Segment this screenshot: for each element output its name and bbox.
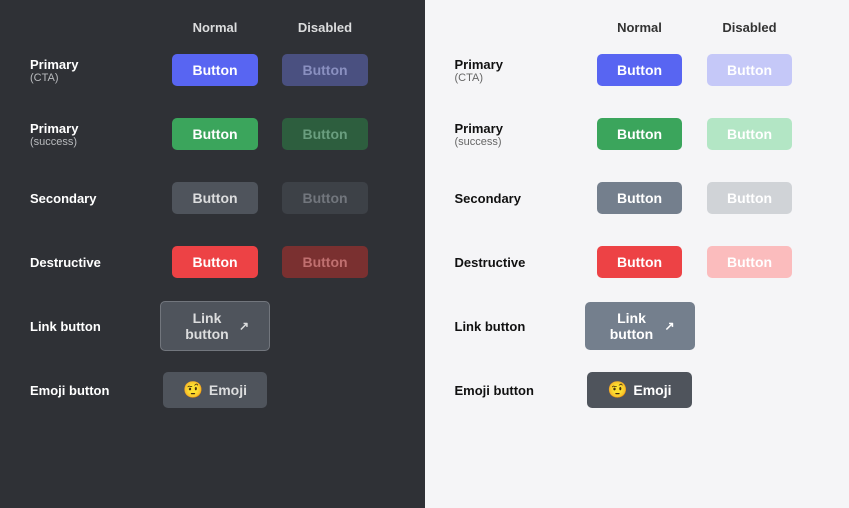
light-link-cell: Link button ↗: [585, 302, 695, 350]
dark-primary-success-label: Primary (success): [30, 121, 160, 148]
light-emoji-button[interactable]: 🤨 Emoji: [587, 372, 691, 408]
light-primary-cta-normal-cell: Button: [585, 54, 695, 86]
dark-destructive-normal-cell: Button: [160, 246, 270, 278]
dark-primary-cta-normal-cell: Button: [160, 54, 270, 86]
light-secondary-disabled-cell: Button: [695, 182, 805, 214]
light-secondary-normal-cell: Button: [585, 182, 695, 214]
dark-secondary-row: Secondary Button Button: [30, 173, 395, 223]
light-primary-success-row: Primary (success) Button Button: [455, 109, 820, 159]
light-secondary-label: Secondary: [455, 191, 585, 206]
light-secondary-disabled-button: Button: [707, 182, 792, 214]
dark-primary-cta-disabled-cell: Button: [270, 54, 380, 86]
dark-link-button[interactable]: Link button ↗: [160, 301, 270, 351]
dark-primary-success-normal-button[interactable]: Button: [172, 118, 257, 150]
light-secondary-row: Secondary Button Button: [455, 173, 820, 223]
light-primary-cta-row: Primary (CTA) Button Button: [455, 45, 820, 95]
dark-secondary-label: Secondary: [30, 191, 160, 206]
dark-panel: Normal Disabled Primary (CTA) Button But…: [0, 0, 425, 508]
dark-primary-success-disabled-cell: Button: [270, 118, 380, 150]
dark-destructive-normal-button[interactable]: Button: [172, 246, 257, 278]
light-disabled-header: Disabled: [695, 20, 805, 35]
light-link-text: Link button: [605, 310, 659, 342]
dark-emoji-button[interactable]: 🤨 Emoji: [163, 372, 267, 408]
light-normal-header: Normal: [585, 20, 695, 35]
light-destructive-row: Destructive Button Button: [455, 237, 820, 287]
dark-header-row: Normal Disabled: [30, 20, 395, 35]
light-emoji-icon: 🤨: [607, 380, 627, 400]
light-destructive-normal-cell: Button: [585, 246, 695, 278]
light-panel: Normal Disabled Primary (CTA) Button But…: [425, 0, 849, 508]
dark-link-label: Link button: [30, 319, 160, 334]
dark-primary-cta-row: Primary (CTA) Button Button: [30, 45, 395, 95]
dark-primary-cta-normal-button[interactable]: Button: [172, 54, 257, 86]
dark-primary-success-disabled-button: Button: [282, 118, 367, 150]
light-emoji-cell: 🤨 Emoji: [585, 372, 695, 408]
dark-primary-success-normal-cell: Button: [160, 118, 270, 150]
light-primary-success-normal-button[interactable]: Button: [597, 118, 682, 150]
dark-primary-cta-label: Primary (CTA): [30, 57, 160, 84]
light-primary-cta-normal-button[interactable]: Button: [597, 54, 682, 86]
dark-emoji-label: Emoji button: [30, 383, 160, 398]
dark-secondary-normal-button[interactable]: Button: [172, 182, 257, 214]
dark-primary-cta-disabled-button: Button: [282, 54, 367, 86]
light-destructive-disabled-cell: Button: [695, 246, 805, 278]
light-emoji-text: Emoji: [633, 382, 671, 398]
dark-emoji-text: Emoji: [209, 382, 247, 398]
light-primary-success-disabled-button: Button: [707, 118, 792, 150]
light-emoji-row: Emoji button 🤨 Emoji: [455, 365, 820, 415]
dark-destructive-disabled-button: Button: [282, 246, 367, 278]
dark-destructive-row: Destructive Button Button: [30, 237, 395, 287]
dark-link-cell: Link button ↗: [160, 301, 270, 351]
dark-emoji-row: Emoji button 🤨 Emoji: [30, 365, 395, 415]
light-destructive-label: Destructive: [455, 255, 585, 270]
light-link-label: Link button: [455, 319, 585, 334]
dark-secondary-normal-cell: Button: [160, 182, 270, 214]
light-emoji-label: Emoji button: [455, 383, 585, 398]
emoji-icon: 🤨: [183, 380, 203, 400]
light-primary-cta-disabled-cell: Button: [695, 54, 805, 86]
dark-disabled-header: Disabled: [270, 20, 380, 35]
dark-normal-header: Normal: [160, 20, 270, 35]
light-primary-cta-label: Primary (CTA): [455, 57, 585, 84]
light-external-link-icon: ↗: [664, 319, 674, 333]
light-destructive-disabled-button: Button: [707, 246, 792, 278]
external-link-icon: ↗: [239, 319, 249, 333]
light-primary-cta-disabled-button: Button: [707, 54, 792, 86]
light-link-button[interactable]: Link button ↗: [585, 302, 695, 350]
light-link-row: Link button Link button ↗: [455, 301, 820, 351]
dark-primary-success-row: Primary (success) Button Button: [30, 109, 395, 159]
dark-link-text: Link button: [181, 310, 233, 342]
dark-secondary-disabled-cell: Button: [270, 182, 380, 214]
light-primary-success-disabled-cell: Button: [695, 118, 805, 150]
dark-emoji-cell: 🤨 Emoji: [160, 372, 270, 408]
light-primary-success-normal-cell: Button: [585, 118, 695, 150]
dark-link-row: Link button Link button ↗: [30, 301, 395, 351]
light-header-row: Normal Disabled: [455, 20, 820, 35]
dark-destructive-label: Destructive: [30, 255, 160, 270]
light-destructive-normal-button[interactable]: Button: [597, 246, 682, 278]
dark-secondary-disabled-button: Button: [282, 182, 367, 214]
light-secondary-normal-button[interactable]: Button: [597, 182, 682, 214]
dark-destructive-disabled-cell: Button: [270, 246, 380, 278]
light-primary-success-label: Primary (success): [455, 121, 585, 148]
